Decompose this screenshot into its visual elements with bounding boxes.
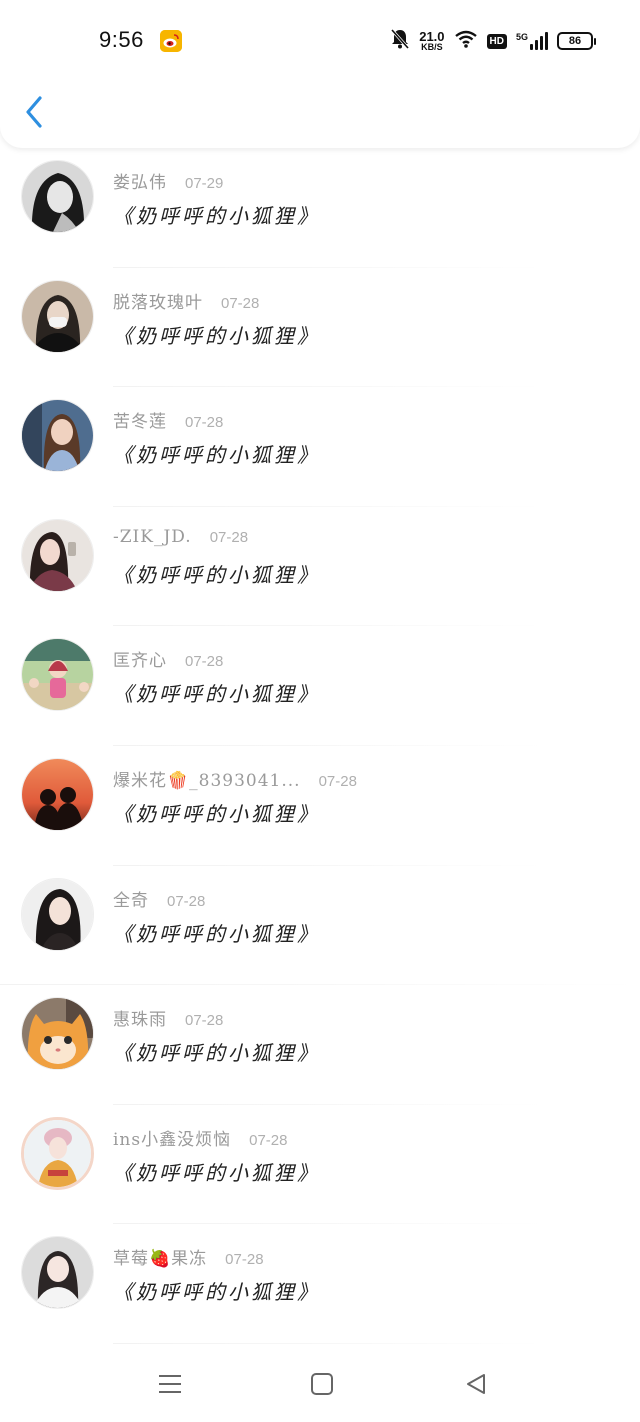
list-item[interactable]: 苦冬莲 07-28 《奶呼呼的小狐狸》: [0, 387, 640, 507]
weibo-notification-icon: [160, 30, 182, 52]
signal-bar: [545, 32, 548, 50]
avatar[interactable]: [21, 1116, 94, 1190]
item-meta: ins小鑫没烦恼 07-28: [113, 1125, 288, 1150]
item-meta: 草莓🍓果冻 07-28: [113, 1244, 264, 1269]
back-triangle-icon: [467, 1374, 485, 1394]
battery-level: 86: [557, 32, 593, 50]
signal-bar: [535, 40, 538, 50]
mute-bell-icon: [390, 28, 410, 54]
item-meta: 匡齐心 07-28: [113, 646, 223, 671]
network-speed-unit: KB/S: [421, 42, 443, 52]
list-item[interactable]: -ZIK_JD. 07-28 《奶呼呼的小狐狸》: [0, 507, 640, 627]
user-name: 苦冬莲: [113, 412, 167, 433]
wifi-icon: [454, 29, 478, 53]
user-name: 惠珠雨: [113, 1010, 167, 1031]
item-date: 07-28: [225, 1251, 264, 1269]
user-name: 全奇: [113, 890, 149, 911]
item-date: 07-28: [249, 1131, 288, 1149]
header-card: 9:56 21.0 KB/S HD 5G 86: [0, 0, 640, 148]
user-name: 爆米花🍿_8393041...: [113, 770, 301, 791]
user-name: 草莓🍓果冻: [113, 1249, 208, 1270]
back-button[interactable]: [20, 92, 52, 132]
item-title: 《奶呼呼的小狐狸》: [113, 1160, 320, 1185]
list-item[interactable]: 惠珠雨 07-28 《奶呼呼的小狐狸》: [0, 985, 640, 1105]
list-item[interactable]: 娄弘伟 07-29 《奶呼呼的小狐狸》: [0, 148, 640, 268]
item-date: 07-28: [318, 772, 357, 790]
avatar[interactable]: [21, 399, 94, 473]
avatar[interactable]: [21, 638, 94, 712]
item-date: 07-29: [185, 175, 224, 192]
nav-back-button[interactable]: [456, 1364, 496, 1404]
home-square-icon: [311, 1373, 333, 1395]
user-name: ins小鑫没烦恼: [113, 1129, 232, 1150]
home-button[interactable]: [302, 1364, 342, 1404]
item-title: 《奶呼呼的小狐狸》: [113, 1280, 320, 1305]
item-title: 《奶呼呼的小狐狸》: [113, 921, 320, 946]
signal-bar: [530, 44, 533, 50]
status-bar: 9:56 21.0 KB/S HD 5G 86: [0, 0, 640, 80]
system-nav-bar: [0, 1350, 640, 1422]
avatar[interactable]: [21, 1236, 94, 1310]
menu-icon: [159, 1375, 181, 1393]
avatar[interactable]: [21, 877, 94, 951]
user-name: -ZIK_JD.: [113, 526, 192, 547]
screen: 9:56 21.0 KB/S HD 5G 86 娄弘伟 07-29 《奶呼呼的小…: [0, 0, 640, 1422]
recent-apps-button[interactable]: [150, 1364, 190, 1404]
item-title: 《奶呼呼的小狐狸》: [113, 323, 320, 348]
signal-bar: [540, 36, 543, 50]
chevron-left-icon: [26, 96, 42, 128]
item-date: 07-28: [185, 653, 224, 671]
network-type-label: 5G: [515, 32, 528, 42]
user-list: 娄弘伟 07-29 《奶呼呼的小狐狸》 脱落玫瑰叶 07-28 《奶呼呼的小狐狸…: [0, 148, 640, 1344]
avatar[interactable]: [21, 518, 94, 592]
item-meta: 惠珠雨 07-28: [113, 1005, 223, 1030]
item-date: 07-28: [185, 414, 224, 432]
item-meta: -ZIK_JD. 07-28: [113, 527, 248, 547]
item-title: 《奶呼呼的小狐狸》: [113, 562, 320, 587]
list-item[interactable]: 匡齐心 07-28 《奶呼呼的小狐狸》: [0, 626, 640, 746]
divider: [113, 1342, 545, 1344]
list-item[interactable]: 草莓🍓果冻 07-28 《奶呼呼的小狐狸》: [0, 1224, 640, 1344]
item-date: 07-28: [221, 294, 260, 312]
item-meta: 爆米花🍿_8393041... 07-28: [113, 766, 357, 791]
hd-badge: HD: [486, 33, 507, 49]
avatar[interactable]: [21, 757, 94, 831]
list-item[interactable]: 全奇 07-28 《奶呼呼的小狐狸》: [0, 866, 640, 986]
network-speed: 21.0 KB/S: [419, 30, 444, 52]
item-meta: 苦冬莲 07-28: [113, 407, 223, 432]
list-item[interactable]: 爆米花🍿_8393041... 07-28 《奶呼呼的小狐狸》: [0, 746, 640, 866]
status-icons: 21.0 KB/S HD 5G 86: [390, 28, 596, 54]
list-item[interactable]: ins小鑫没烦恼 07-28 《奶呼呼的小狐狸》: [0, 1105, 640, 1225]
cellular-signal-icon: 5G: [516, 32, 548, 50]
list-item[interactable]: 脱落玫瑰叶 07-28 《奶呼呼的小狐狸》: [0, 268, 640, 388]
avatar[interactable]: [21, 160, 94, 233]
item-date: 07-28: [167, 892, 206, 910]
user-name: 娄弘伟: [113, 173, 167, 193]
avatar[interactable]: [21, 997, 94, 1071]
user-name: 脱落玫瑰叶: [113, 292, 203, 313]
item-title: 《奶呼呼的小狐狸》: [113, 801, 320, 826]
item-meta: 娄弘伟 07-29: [113, 168, 223, 193]
item-title: 《奶呼呼的小狐狸》: [113, 682, 320, 707]
item-title: 《奶呼呼的小狐狸》: [113, 443, 320, 468]
battery-icon: 86: [557, 32, 596, 50]
item-title: 《奶呼呼的小狐狸》: [113, 204, 320, 228]
user-name: 匡齐心: [113, 651, 167, 672]
item-date: 07-28: [185, 1012, 224, 1030]
item-date: 07-28: [209, 528, 249, 546]
item-meta: 脱落玫瑰叶 07-28: [113, 288, 259, 313]
battery-tip: [594, 37, 596, 45]
item-meta: 全奇 07-28: [113, 886, 205, 911]
status-time: 9:56: [99, 27, 144, 52]
item-title: 《奶呼呼的小狐狸》: [113, 1041, 320, 1066]
avatar[interactable]: [21, 279, 94, 353]
